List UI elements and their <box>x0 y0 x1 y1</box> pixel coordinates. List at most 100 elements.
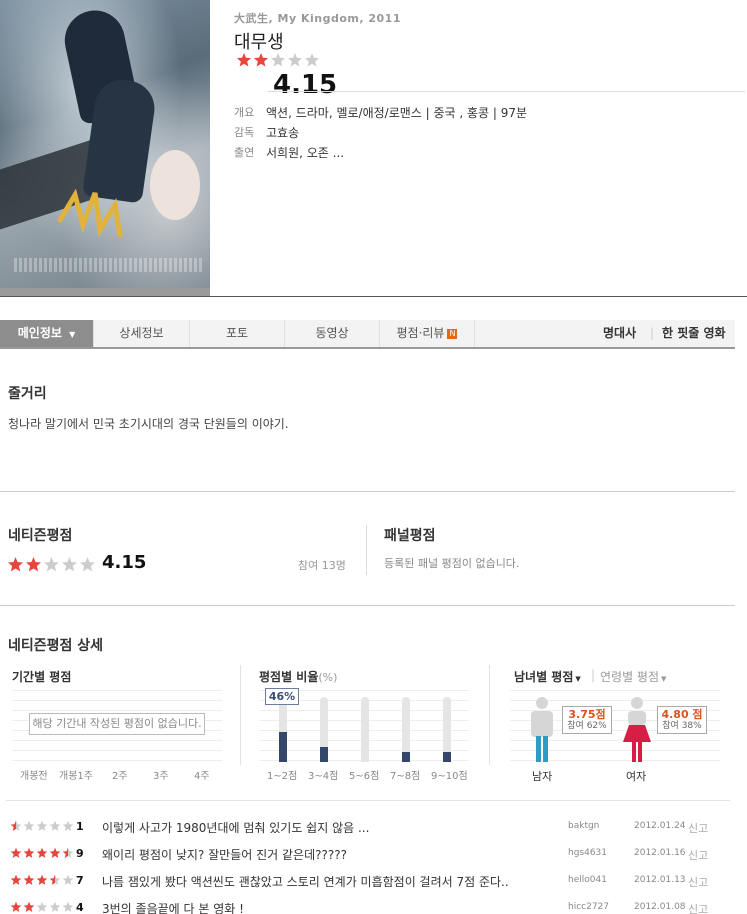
tab-reviews[interactable]: 평점·리뷰 N <box>380 320 475 347</box>
tab-label: 상세정보 <box>119 326 164 340</box>
female-label: 여자 <box>626 770 647 783</box>
star-empty-icon <box>304 52 320 68</box>
ratio-bar-label: 9~10점 <box>431 771 468 782</box>
divider <box>0 491 735 492</box>
divider <box>489 665 490 765</box>
review-text[interactable]: 왜이리 평점이 낮지? 잘만들어 진거 같은데????? <box>102 846 347 863</box>
chevron-down-icon: ▼ <box>575 675 581 683</box>
tab-related-movies[interactable]: 한 핏줄 영화 <box>662 320 726 347</box>
female-score-bubble: 4.80 점 참여 38% <box>657 706 707 734</box>
panel-rating-title: 패널평점 <box>384 528 436 544</box>
period-label: 3주 <box>153 771 169 782</box>
star-empty-icon <box>36 901 48 913</box>
review-row: 1 이렇게 사고가 1980년대에 멈춰 있기도 쉽지 않음 ... baktgn 2… <box>10 817 730 839</box>
star-full-icon <box>236 52 252 68</box>
ratio-bar-label: 1~2점 <box>267 771 298 782</box>
period-label: 2주 <box>112 771 128 782</box>
divider <box>0 605 735 606</box>
poster-logo <box>57 188 123 238</box>
review-user[interactable]: hicc2727 <box>568 902 609 912</box>
ratio-bar <box>443 752 451 762</box>
age-rating-dropdown[interactable]: 연령별 평점 ▼ <box>600 668 666 685</box>
review-user[interactable]: hgs4631 <box>568 848 607 858</box>
ratio-bar <box>320 747 328 762</box>
info-value[interactable]: 고효송 <box>266 124 299 141</box>
movie-poster[interactable] <box>0 0 210 296</box>
ratio-unit: (%) <box>318 671 338 684</box>
tab-details[interactable]: 상세정보 <box>94 320 190 347</box>
info-key: 감독 <box>234 126 255 139</box>
review-text[interactable]: 3번의 졸음끝에 다 본 영화 ! <box>102 900 244 914</box>
star-full-icon <box>36 847 48 859</box>
star-empty-icon <box>49 820 61 832</box>
review-score: 1 <box>76 820 84 833</box>
tab-quotes[interactable]: 명대사 <box>603 320 636 347</box>
review-date: 2012.01.08 <box>634 902 686 912</box>
review-score: 7 <box>76 874 84 887</box>
info-key: 개요 <box>234 106 255 119</box>
report-link[interactable]: 신고 <box>688 820 708 836</box>
star-empty-icon <box>62 820 74 832</box>
tab-video[interactable]: 동영상 <box>285 320 380 347</box>
review-score: 4 <box>76 901 84 914</box>
dropdown-separator: | <box>591 668 596 682</box>
review-user[interactable]: hello041 <box>568 875 607 885</box>
report-link[interactable]: 신고 <box>688 847 708 863</box>
ratio-bar-track <box>361 697 369 762</box>
review-stars <box>10 820 74 832</box>
gender-rating-dropdown[interactable]: 남녀별 평점 ▼ <box>514 668 581 685</box>
star-full-icon <box>23 847 35 859</box>
review-text[interactable]: 이렇게 사고가 1980년대에 멈춰 있기도 쉽지 않음 ... <box>102 819 369 836</box>
report-link[interactable]: 신고 <box>688 874 708 890</box>
report-link[interactable]: 신고 <box>688 901 708 914</box>
info-value[interactable]: 서희원, 오존 ... <box>266 144 344 161</box>
detail-title: 네티즌평점 상세 <box>8 638 104 654</box>
tab-photo[interactable]: 포토 <box>190 320 285 347</box>
synopsis-text: 청나라 말기에서 민국 초기시대의 경국 단원들의 이야기. <box>8 417 289 431</box>
netizen-rating-value: 4.15 <box>102 552 147 573</box>
star-half-icon <box>270 52 286 68</box>
title-english: 大武生, My Kingdom, 2011 <box>234 12 401 25</box>
review-row: 4 3번의 졸음끝에 다 본 영화 ! hicc2727 2012.01.08 신고 <box>10 898 730 914</box>
male-score-bubble: 3.75점 참여 62% <box>562 706 612 734</box>
review-date: 2012.01.13 <box>634 875 686 885</box>
chevron-down-icon: ▼ <box>661 675 667 683</box>
female-share: 참여 38% <box>662 721 702 731</box>
rating-value: 4.15 <box>273 70 338 100</box>
ratio-rating-title: 평점별 비율(%) <box>259 668 337 685</box>
tab-separator: | <box>650 326 655 340</box>
review-user[interactable]: baktgn <box>568 821 599 831</box>
poster-face <box>150 150 200 220</box>
netizen-rating-stars <box>7 556 96 573</box>
period-rating-title: 기간별 평점 <box>12 670 72 684</box>
star-full-icon <box>253 52 269 68</box>
info-value[interactable]: 액션, 드라마, 멜로/애정/로맨스 | 중국 , 홍콩 | 97분 <box>266 104 527 121</box>
netizen-rating-title: 네티즌평점 <box>8 528 73 544</box>
info-row-cast: 출연 서희원, 오존 ... <box>234 144 344 161</box>
divider <box>0 296 747 297</box>
review-stars <box>10 901 74 913</box>
female-score: 4.80 점 <box>661 708 703 721</box>
star-full-icon <box>25 556 42 573</box>
tab-main-info[interactable]: 메인정보 ▼ <box>0 320 94 347</box>
star-empty-icon <box>23 820 35 832</box>
star-full-icon <box>36 874 48 886</box>
review-text[interactable]: 나름 잼있게 봤다 액션씬도 괜찮았고 스토리 연계가 미흡함점이 걸려서 7점… <box>102 873 509 890</box>
rating-stars <box>236 52 320 68</box>
male-score: 3.75점 <box>568 708 606 721</box>
star-half-icon <box>62 847 74 859</box>
star-half-icon <box>43 556 60 573</box>
page-title: 대무생 <box>234 32 284 53</box>
female-figure-icon <box>623 697 651 762</box>
synopsis-title: 줄거리 <box>8 386 47 402</box>
poster-credits <box>14 258 204 272</box>
gender-rating-title: 남녀별 평점 <box>514 670 574 684</box>
ratio-bar-label: 5~6점 <box>349 771 380 782</box>
review-row: 9 왜이리 평점이 낮지? 잘만들어 진거 같은데????? hgs4631 2012… <box>10 844 730 866</box>
ratio-bar-label: 3~4점 <box>308 771 339 782</box>
star-empty-icon <box>36 820 48 832</box>
review-row: 7 나름 잼있게 봤다 액션씬도 괜찮았고 스토리 연계가 미흡함점이 걸려서 7… <box>10 871 730 893</box>
info-row-overview: 개요 액션, 드라마, 멜로/애정/로맨스 | 중국 , 홍콩 | 97분 <box>234 104 527 121</box>
ratio-bar <box>402 752 410 762</box>
review-stars <box>10 847 74 859</box>
